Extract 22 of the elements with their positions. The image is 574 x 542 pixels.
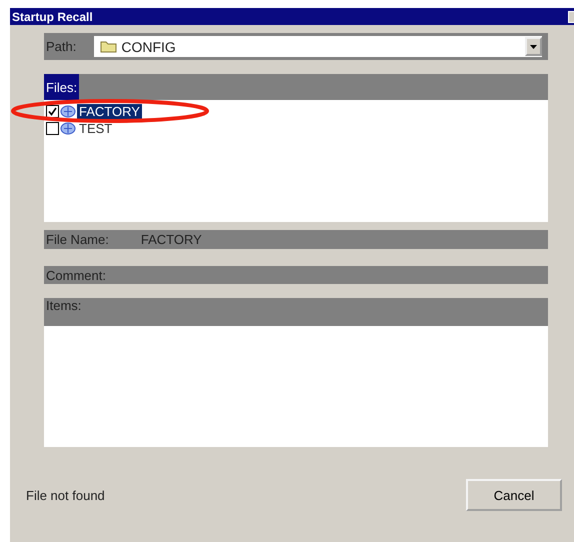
files-list[interactable]: FACTORY TEST [44,100,548,222]
path-value: CONFIG [121,38,176,54]
file-name-value: FACTORY [140,232,202,247]
path-dropdown[interactable]: CONFIG [94,36,542,57]
file-name-label: File Name: [45,232,110,247]
window-title: Startup Recall [12,10,93,24]
items-label: Items: [45,298,82,313]
comment-label: Comment: [45,268,107,282]
folder-icon [100,40,118,53]
file-icon [60,105,76,118]
path-label: Path: [45,39,78,54]
file-item[interactable]: TEST [77,121,114,136]
checkbox[interactable] [46,122,59,135]
checkbox[interactable] [46,105,59,118]
status-text: File not found [26,488,105,502]
dropdown-button[interactable] [525,37,542,56]
cancel-button[interactable]: Cancel [466,479,562,511]
window-button-icon[interactable] [568,10,574,22]
caret-icon [530,44,537,48]
files-label: Files: [44,74,80,100]
file-icon [60,122,76,135]
file-item[interactable]: FACTORY [77,104,142,119]
